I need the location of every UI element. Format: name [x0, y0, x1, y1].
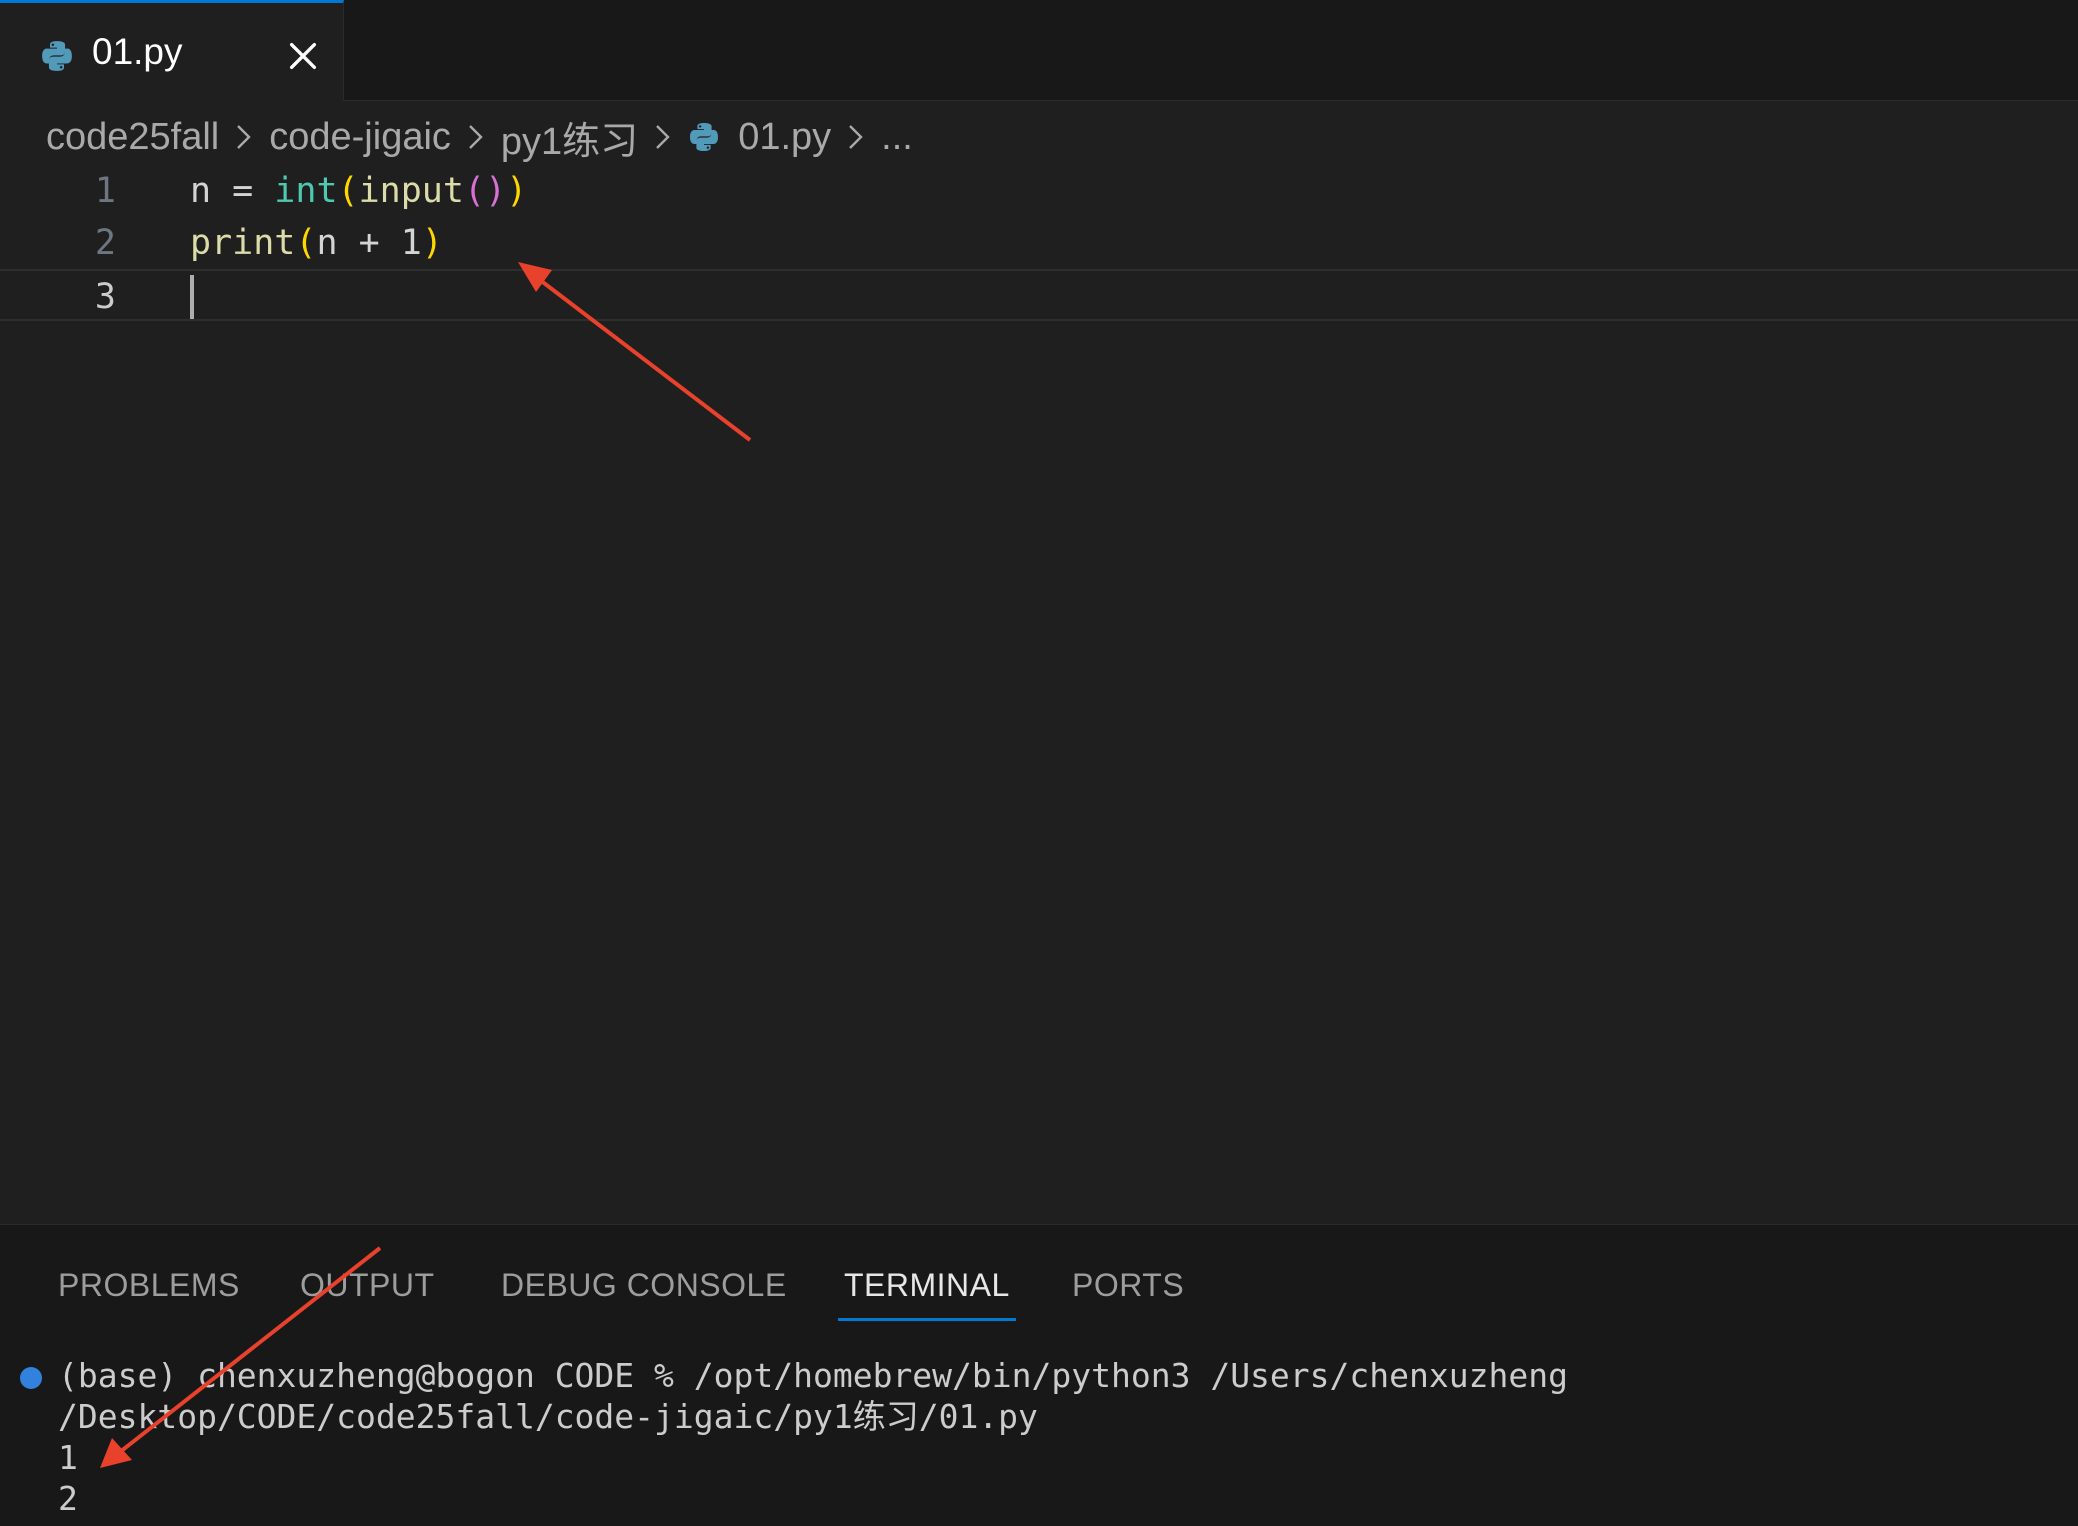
breadcrumb-item-code-jigaic[interactable]: code-jigaic [269, 116, 451, 159]
code-line[interactable]: 1 n = int(input()) [0, 165, 2078, 217]
breadcrumb: code25fall code-jigaic py1练习 01.py ... [46, 110, 913, 165]
code-text[interactable]: print(n + 1) [190, 217, 443, 269]
python-icon [690, 123, 719, 151]
active-tab-indicator [838, 1318, 1016, 1321]
breadcrumb-item-code25fall[interactable]: code25fall [46, 116, 219, 159]
tab-output[interactable]: OUTPUT [300, 1255, 435, 1315]
line-number: 1 [94, 171, 116, 211]
breadcrumb-item-symbols[interactable]: ... [881, 116, 913, 159]
code-line-current[interactable]: 3 [0, 269, 2078, 321]
tab-debug-console[interactable]: DEBUG CONSOLE [501, 1255, 787, 1315]
python-icon [42, 41, 72, 71]
terminal-line: 2 [58, 1479, 78, 1518]
terminal-line: 1 [58, 1438, 78, 1477]
close-icon[interactable] [286, 39, 320, 73]
tab-01-py[interactable]: 01.py [0, 0, 344, 101]
breadcrumb-item-01-py[interactable]: 01.py [738, 116, 831, 159]
code-text[interactable]: n = int(input()) [190, 165, 527, 217]
line-number: 3 [94, 277, 116, 317]
tab-ports[interactable]: PORTS [1072, 1255, 1184, 1315]
tab-terminal-label: TERMINAL [844, 1267, 1010, 1303]
bottom-panel: PROBLEMS OUTPUT DEBUG CONSOLE TERMINAL P… [0, 1224, 2078, 1526]
terminal-line: /Desktop/CODE/code25fall/code-jigaic/py1… [58, 1397, 1038, 1436]
tab-label: 01.py [92, 31, 183, 72]
breadcrumb-item-py1[interactable]: py1练习 [501, 110, 638, 165]
editor-tab-bar: 01.py [0, 0, 2078, 101]
text-cursor [190, 275, 194, 319]
code-editor[interactable]: 1 n = int(input()) 2 print(n + 1) 3 [0, 165, 2078, 1225]
line-number: 2 [94, 223, 116, 263]
command-status-dot[interactable] [20, 1367, 42, 1389]
chevron-right-icon [849, 125, 863, 149]
chevron-right-icon [656, 125, 670, 149]
tab-terminal[interactable]: TERMINAL [838, 1255, 1016, 1321]
tab-problems[interactable]: PROBLEMS [58, 1255, 240, 1315]
code-line[interactable]: 2 print(n + 1) [0, 217, 2078, 269]
chevron-right-icon [237, 125, 251, 149]
terminal-line: (base) chenxuzheng@bogon CODE % /opt/hom… [58, 1356, 1568, 1395]
chevron-right-icon [469, 125, 483, 149]
